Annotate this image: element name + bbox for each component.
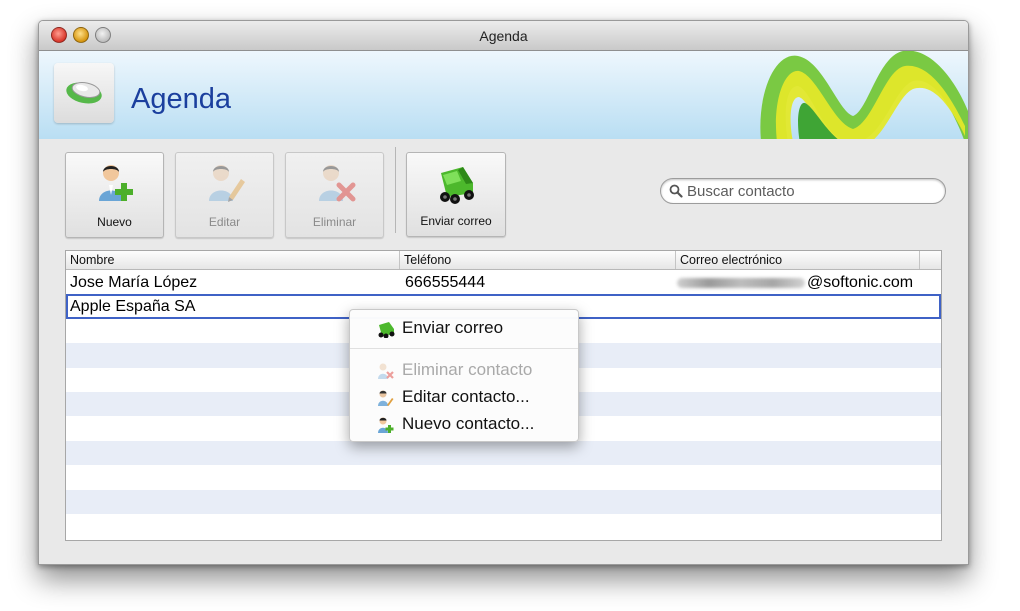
app-window: Agenda Agenda Nuevo Editar Eliminar Envi… bbox=[38, 20, 969, 565]
menu-item-send-email[interactable]: Enviar correo bbox=[350, 316, 578, 340]
menu-separator bbox=[350, 348, 578, 349]
window-title: Agenda bbox=[479, 28, 528, 44]
column-header-phone[interactable]: Teléfono bbox=[404, 253, 451, 267]
empty-row bbox=[66, 514, 941, 538]
menu-item-new-contact[interactable]: Nuevo contacto... bbox=[350, 412, 578, 436]
menu-item-label: Nuevo contacto... bbox=[402, 414, 535, 433]
column-divider[interactable] bbox=[399, 251, 400, 269]
search-field[interactable] bbox=[660, 178, 946, 204]
add-user-icon bbox=[98, 165, 133, 201]
column-header-email[interactable]: Correo electrónico bbox=[680, 253, 782, 267]
edit-contact-button[interactable]: Editar bbox=[175, 152, 274, 238]
cell-email: @softonic.com bbox=[677, 274, 913, 292]
toolbar-separator bbox=[395, 147, 396, 233]
truck-icon bbox=[378, 322, 395, 338]
send-email-button[interactable]: Enviar correo bbox=[406, 152, 506, 237]
truck-icon bbox=[440, 167, 474, 204]
column-divider[interactable] bbox=[919, 251, 920, 269]
delete-user-icon bbox=[318, 165, 355, 202]
app-logo bbox=[54, 63, 114, 123]
cell-email-domain: @softonic.com bbox=[807, 274, 914, 291]
table-row[interactable]: Jose María López 666555444 @softonic.com bbox=[66, 270, 941, 294]
empty-row bbox=[66, 489, 941, 514]
search-input[interactable] bbox=[685, 181, 939, 201]
cell-name: Apple España SA bbox=[70, 298, 196, 316]
empty-row bbox=[66, 440, 941, 466]
edit-user-icon bbox=[378, 390, 394, 406]
menu-item-delete-contact[interactable]: Eliminar contacto bbox=[350, 358, 578, 382]
empty-row bbox=[66, 465, 941, 489]
menu-item-label: Enviar correo bbox=[402, 318, 504, 337]
new-contact-button[interactable]: Nuevo bbox=[65, 152, 164, 238]
column-header-name[interactable]: Nombre bbox=[70, 253, 114, 267]
context-menu: Enviar correo Eliminar contacto Editar c… bbox=[349, 309, 579, 442]
title-bar[interactable]: Agenda bbox=[39, 21, 968, 51]
delete-user-icon bbox=[378, 363, 394, 379]
add-user-icon bbox=[378, 417, 394, 433]
column-divider[interactable] bbox=[675, 251, 676, 269]
table-header: Nombre Teléfono Correo electrónico bbox=[66, 251, 941, 270]
app-header: Agenda bbox=[39, 51, 968, 139]
edit-button-label: Editar bbox=[208, 215, 241, 229]
send-email-button-label: Enviar correo bbox=[420, 214, 492, 228]
delete-button-label: Eliminar bbox=[312, 215, 357, 229]
menu-item-label: Eliminar contacto bbox=[402, 360, 533, 379]
app-title: Agenda bbox=[131, 83, 231, 115]
cell-phone: 666555444 bbox=[405, 274, 486, 291]
menu-item-edit-contact[interactable]: Editar contacto... bbox=[350, 385, 578, 409]
search-icon bbox=[669, 184, 683, 198]
mouse-logo-icon bbox=[66, 82, 102, 104]
cell-name: Jose María López bbox=[70, 274, 198, 291]
menu-item-label: Editar contacto... bbox=[402, 387, 530, 406]
brand-logo-icon bbox=[760, 51, 968, 139]
new-button-label: Nuevo bbox=[97, 215, 132, 229]
edit-user-icon bbox=[208, 165, 245, 202]
redacted-email-user bbox=[677, 277, 805, 288]
delete-contact-button[interactable]: Eliminar bbox=[285, 152, 384, 238]
